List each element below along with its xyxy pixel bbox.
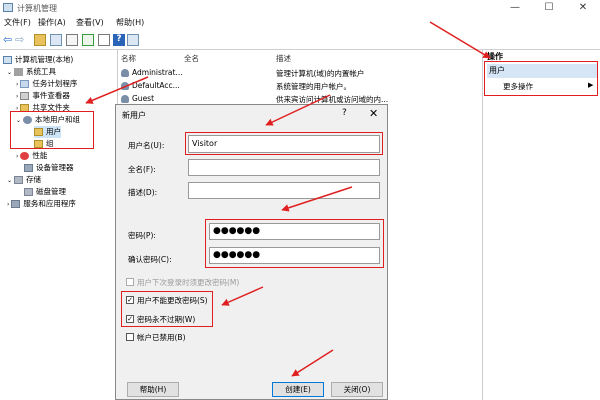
arrow-to-local-users: [85, 76, 149, 104]
arrow-to-actions: [429, 21, 491, 59]
annotation-arrows: [85, 21, 491, 377]
arrow-to-checkboxes: [221, 286, 264, 306]
arrow-to-create: [291, 349, 334, 377]
arrow-to-username: [265, 94, 331, 126]
arrow-to-password: [281, 186, 353, 212]
